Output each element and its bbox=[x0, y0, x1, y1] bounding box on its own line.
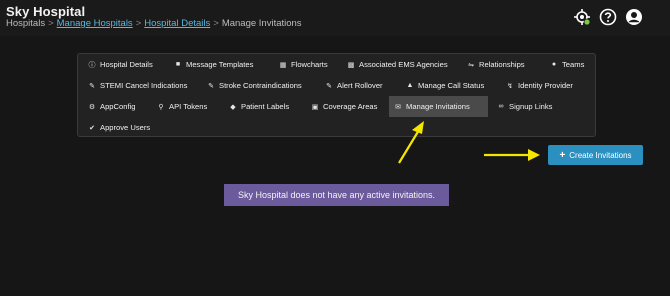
tab-alert-rollover[interactable]: ✎ Alert Rollover bbox=[320, 75, 387, 96]
breadcrumb: Hospitals > Manage Hospitals > Hospital Deta… bbox=[6, 18, 302, 29]
info-circle-icon: ⓘ bbox=[88, 61, 96, 69]
tab-label: STEMI Cancel Indications bbox=[100, 81, 188, 90]
tab-approve-users[interactable]: ✔ Approve Users bbox=[83, 117, 154, 138]
tab-label: Coverage Areas bbox=[323, 102, 378, 111]
envelope-icon: ✉ bbox=[395, 103, 401, 111]
tab-label: Stroke Contraindications bbox=[219, 81, 302, 90]
breadcrumb-manage-hospitals[interactable]: Manage Hospitals bbox=[57, 18, 133, 29]
tab-coverage-areas[interactable]: ▣ Coverage Areas bbox=[306, 96, 381, 117]
breadcrumb-separator: > bbox=[48, 18, 54, 29]
users-icon: ● bbox=[551, 61, 557, 68]
tab-stemi-cancel-indications[interactable]: ✎ STEMI Cancel Indications bbox=[83, 75, 191, 96]
handshake-icon: ⇋ bbox=[468, 61, 474, 69]
ambulance-icon: ▩ bbox=[347, 61, 355, 69]
tab-label: Flowcharts bbox=[291, 60, 328, 69]
breadcrumb-current: Manage Invitations bbox=[221, 18, 302, 29]
tab-label: Identity Provider bbox=[518, 81, 573, 90]
tab-label: AppConfig bbox=[100, 102, 136, 111]
tab-relationships[interactable]: ⇋ Relationships bbox=[462, 54, 529, 75]
tab-label: Approve Users bbox=[100, 123, 151, 132]
app-title: Sky Hospital bbox=[6, 4, 86, 19]
edit-icon: ✎ bbox=[326, 82, 332, 90]
tab-label: Alert Rollover bbox=[337, 81, 383, 90]
tab-api-tokens[interactable]: ⚲ API Tokens bbox=[152, 96, 211, 117]
tab-teams[interactable]: ● Teams bbox=[545, 54, 588, 75]
tab-label: Signup Links bbox=[509, 102, 553, 111]
tab-label: Teams bbox=[562, 60, 585, 69]
tab-patient-labels[interactable]: ◆ Patient Labels bbox=[224, 96, 293, 117]
tab-label: API Tokens bbox=[169, 102, 208, 111]
tab-stroke-contraindications[interactable]: ✎ Stroke Contraindications bbox=[202, 75, 306, 96]
breadcrumb-separator: > bbox=[213, 18, 219, 29]
tab-flowcharts[interactable]: ▦ Flowcharts bbox=[274, 54, 332, 75]
create-invitations-button[interactable]: + Create Invitations bbox=[548, 145, 643, 165]
identity-icon: ↯ bbox=[507, 82, 513, 90]
cogs-icon: ⚙ bbox=[88, 103, 96, 111]
no-invitations-notice: Sky Hospital does not have any active in… bbox=[224, 184, 449, 206]
key-icon: ⚲ bbox=[158, 103, 164, 111]
tab-label: Message Templates bbox=[186, 60, 254, 69]
map-icon: ▣ bbox=[311, 103, 319, 111]
tab-identity-provider[interactable]: ↯ Identity Provider bbox=[501, 75, 577, 96]
flowchart-icon: ▦ bbox=[279, 61, 287, 69]
plus-icon: + bbox=[559, 149, 566, 161]
tab-signup-links[interactable]: ∞ Signup Links bbox=[492, 96, 556, 117]
user-account-icon[interactable] bbox=[624, 7, 644, 27]
breadcrumb-separator: > bbox=[135, 18, 142, 29]
tab-manage-call-status[interactable]: ▲ Manage Call Status bbox=[401, 75, 488, 96]
tab-message-templates[interactable]: ■ Message Templates bbox=[169, 54, 257, 75]
location-status-icon[interactable] bbox=[572, 7, 592, 27]
bell-icon: ▲ bbox=[406, 82, 414, 89]
tab-label: Patient Labels bbox=[241, 102, 290, 111]
tab-associated-ems-agencies[interactable]: ▩ Associated EMS Agencies bbox=[342, 54, 452, 75]
hospital-tabs: ⓘ Hospital Details ■ Message Templates ▦ Fl… bbox=[77, 53, 596, 137]
tab-label: Associated EMS Agencies bbox=[359, 60, 448, 69]
comments-icon: ■ bbox=[175, 61, 181, 68]
tag-icon: ◆ bbox=[230, 103, 236, 111]
tab-label: Manage Invitations bbox=[406, 102, 470, 111]
tab-label: Relationships bbox=[479, 60, 525, 69]
tab-manage-invitations[interactable]: ✉ Manage Invitations bbox=[389, 96, 488, 117]
tab-hospital-details[interactable]: ⓘ Hospital Details bbox=[83, 54, 157, 75]
pencil-icon: ✎ bbox=[208, 82, 214, 90]
tab-label: Hospital Details bbox=[100, 60, 153, 69]
tab-appconfig[interactable]: ⚙ AppConfig bbox=[83, 96, 139, 117]
create-invitations-label: Create Invitations bbox=[569, 150, 632, 160]
pencil-icon: ✎ bbox=[89, 82, 95, 90]
help-icon[interactable] bbox=[598, 7, 618, 27]
breadcrumb-root: Hospitals bbox=[6, 18, 46, 29]
header-icons bbox=[572, 7, 644, 27]
breadcrumb-hospital-details[interactable]: Hospital Details bbox=[144, 18, 210, 29]
app-header: Sky Hospital Hospitals > Manage Hospitals >… bbox=[0, 0, 670, 36]
check-icon: ✔ bbox=[89, 124, 95, 132]
annotation-arrow-to-button bbox=[484, 149, 540, 161]
tab-label: Manage Call Status bbox=[418, 81, 485, 90]
link-icon: ∞ bbox=[498, 103, 504, 110]
